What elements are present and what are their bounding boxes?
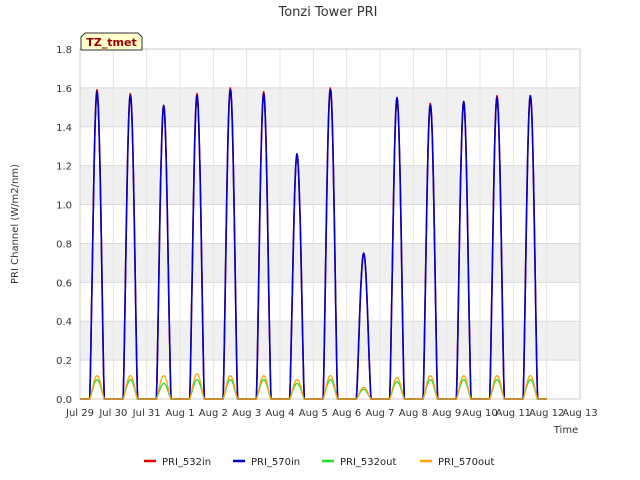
y-tick-label: 0.6: [56, 278, 72, 289]
x-tick-label: Aug 6: [332, 408, 361, 419]
chart-title: Tonzi Tower PRI: [278, 5, 378, 20]
grid-band: [80, 165, 580, 205]
legend-label: PRI_532out: [340, 457, 396, 468]
y-tick-label: 1.6: [56, 84, 72, 95]
y-tick-label: 0.0: [56, 395, 72, 406]
x-tick-label: Aug 4: [265, 408, 294, 419]
legend-label: PRI_570out: [438, 457, 494, 468]
x-tick-label: Jul 30: [98, 408, 127, 419]
grid-band: [80, 243, 580, 283]
x-axis-label: Time: [553, 425, 578, 436]
y-tick-label: 1.8: [56, 45, 72, 56]
x-tick-label: Aug 3: [232, 408, 261, 419]
y-tick-label: 0.8: [56, 239, 72, 250]
x-tick-label: Aug 10: [462, 408, 497, 419]
y-tick-label: 1.2: [56, 162, 72, 173]
y-tick-label: 1.4: [56, 123, 72, 134]
x-tick-label: Aug 8: [399, 408, 428, 419]
x-tick-label: Jul 31: [132, 408, 161, 419]
tag-label: TZ_tmet: [86, 36, 136, 49]
x-tick-label: Aug 5: [299, 408, 328, 419]
legend-label: PRI_570in: [251, 457, 300, 468]
y-axis-label: PRI Channel (W/m2/nm): [10, 164, 21, 284]
y-tick-label: 1.0: [56, 201, 72, 212]
x-tick-label: Aug 7: [365, 408, 394, 419]
x-tick-label: Aug 9: [432, 408, 461, 419]
x-tick-label: Aug 12: [529, 408, 564, 419]
grid-band: [80, 321, 580, 361]
y-tick-label: 0.4: [56, 317, 72, 328]
pri-chart: 0.0 0.2 0.4 0.6 0.8 1.0 1.2 1.4 1.6 1.8 Jul 29 Jul …: [10, 5, 598, 468]
x-tick-label: Jul 29: [65, 408, 94, 419]
x-tick-label: Aug 2: [199, 408, 228, 419]
x-tick-label: Aug 13: [562, 408, 597, 419]
x-tick-label: Aug 11: [496, 408, 531, 419]
y-tick-label: 0.2: [56, 356, 72, 367]
legend-label: PRI_532in: [162, 457, 211, 468]
x-tick-label: Aug 1: [165, 408, 194, 419]
